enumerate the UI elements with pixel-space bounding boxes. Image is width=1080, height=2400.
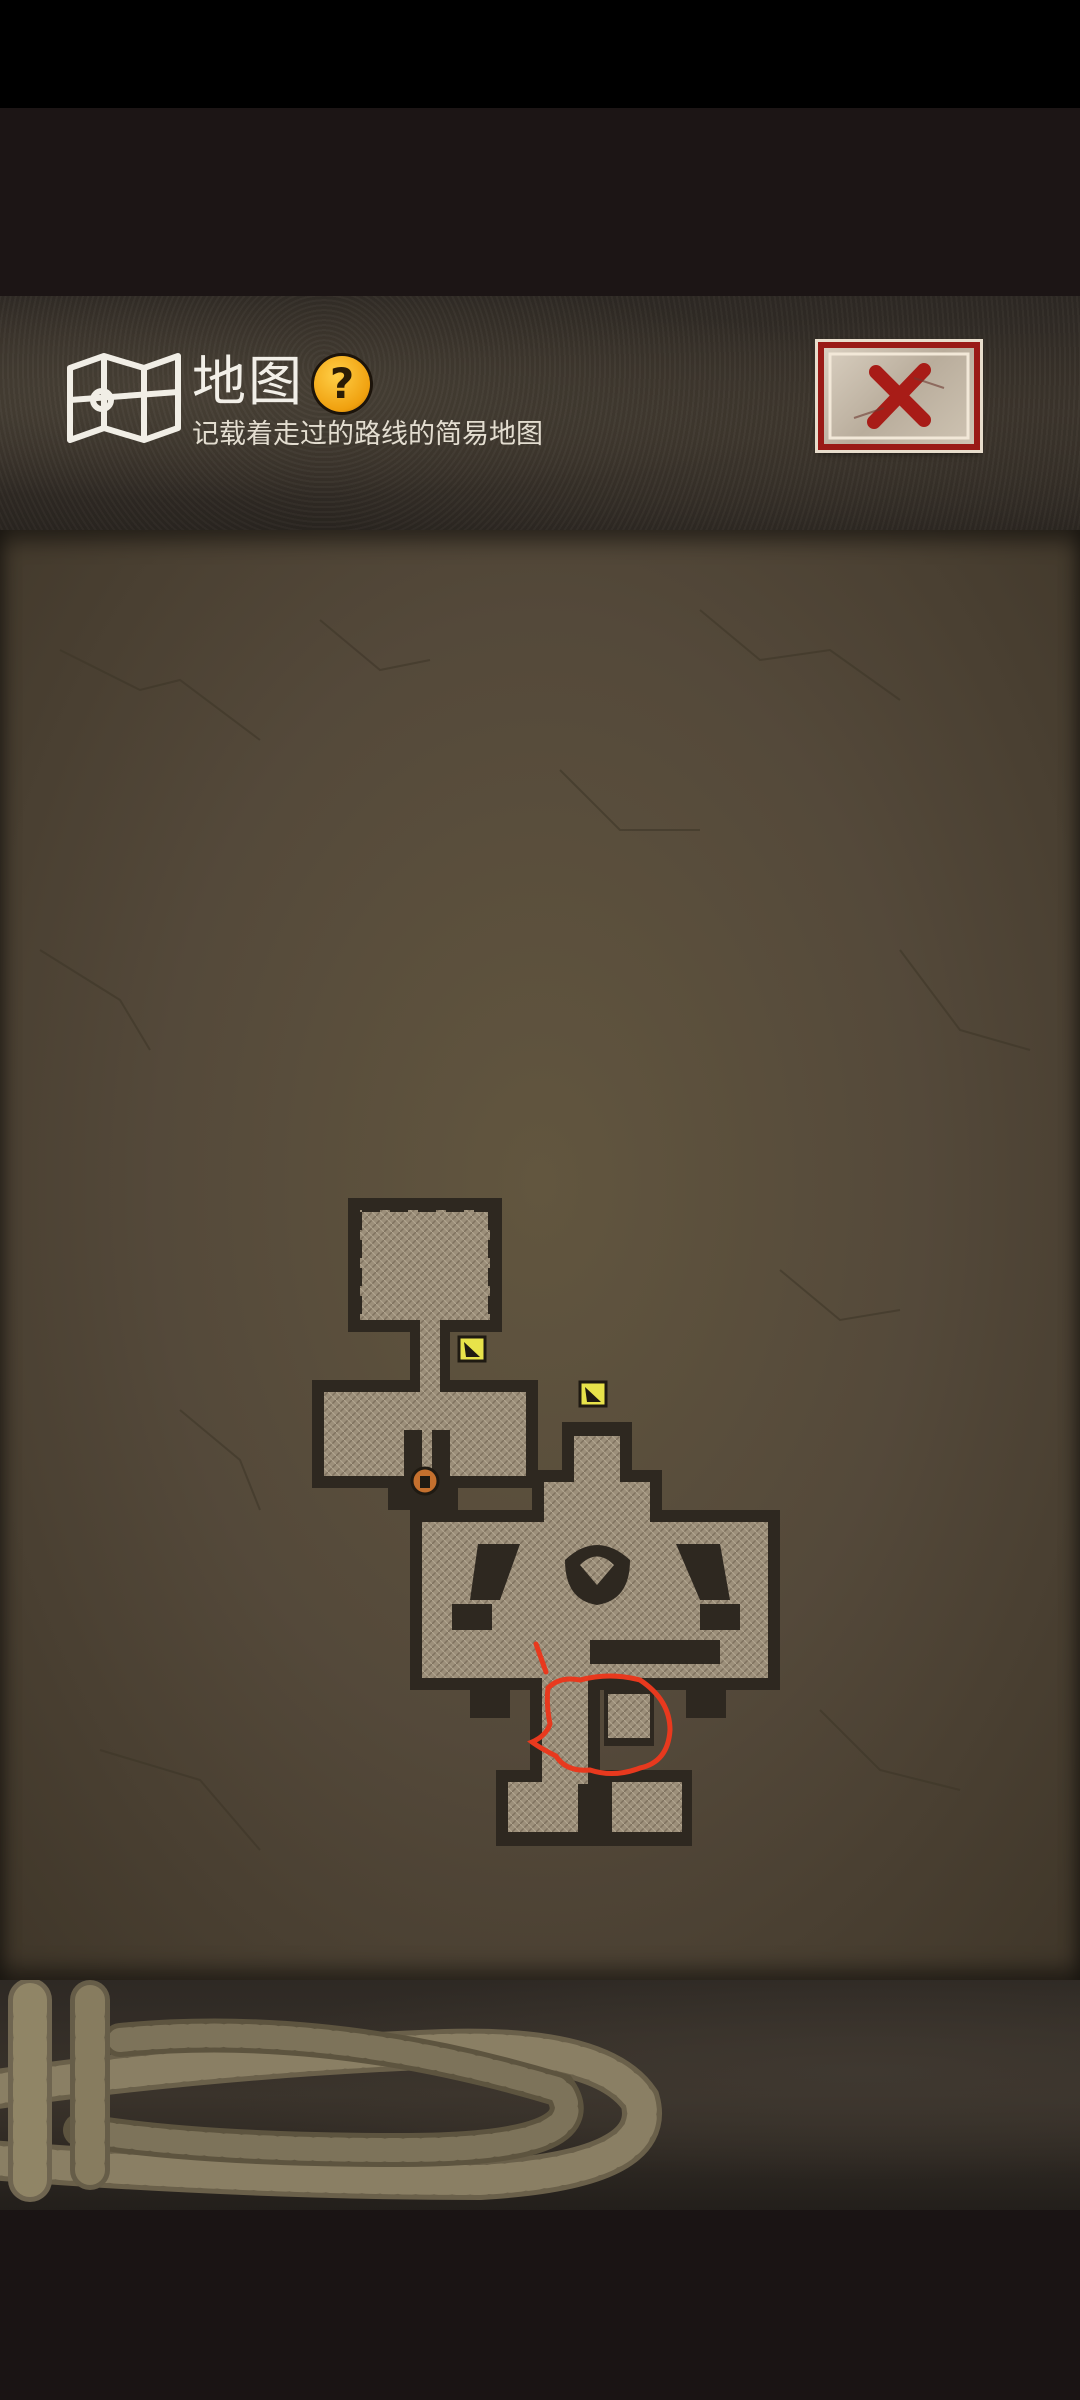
page-title: 地图 (192, 350, 304, 413)
top-spacer (0, 108, 1080, 296)
map-parchment (0, 530, 1080, 1980)
close-button[interactable] (818, 342, 980, 450)
status-bar (0, 0, 1080, 108)
page-subtitle: 记载着走过的路线的简易地图 (192, 419, 543, 450)
stairs-icon (578, 1380, 608, 1408)
close-x-icon (828, 352, 970, 440)
bottom-spacer (0, 2210, 1080, 2400)
map-icon (67, 353, 181, 443)
rope-decoration (0, 1980, 1080, 2210)
stairs-icon (457, 1335, 487, 1363)
dungeon-map (312, 1198, 780, 1846)
help-icon[interactable]: ? (314, 356, 370, 412)
door-icon (410, 1466, 440, 1496)
